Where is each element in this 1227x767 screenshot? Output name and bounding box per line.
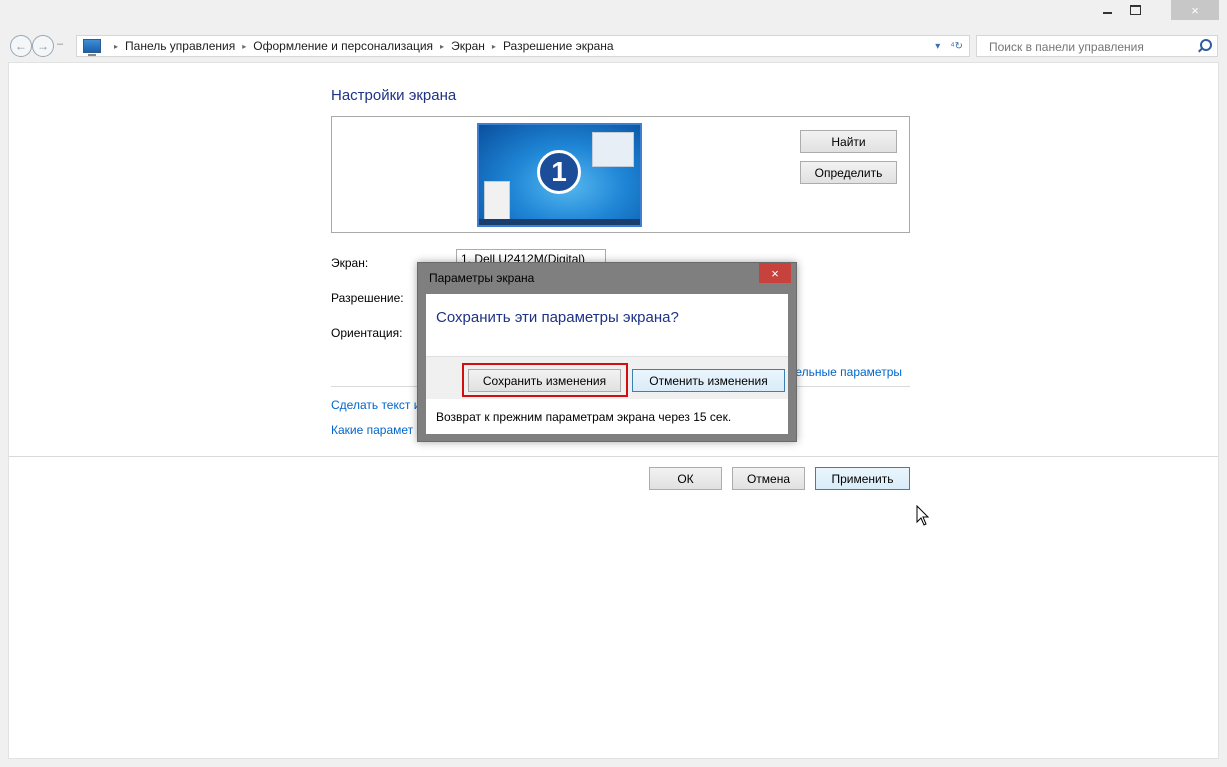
back-arrow-icon: ← (15, 39, 27, 53)
display-settings-dialog: Параметры экрана × Сохранить эти парамет… (417, 262, 797, 442)
breadcrumb-control-panel[interactable]: Панель управления (125, 39, 235, 53)
dialog-close-button[interactable]: × (759, 263, 791, 283)
monitor-number-badge: 1 (537, 150, 581, 194)
advanced-settings-link[interactable]: тельные параметры (790, 365, 902, 379)
which-settings-link[interactable]: Какие парамет (331, 423, 417, 437)
dialog-title: Параметры экрана (429, 271, 535, 285)
dialog-question: Сохранить эти параметры экрана? (436, 309, 679, 326)
detect-button[interactable]: Определить (800, 161, 897, 184)
address-bar[interactable]: ▸ Панель управления ▸ Оформление и персо… (76, 35, 970, 57)
dialog-button-bar: Сохранить изменения Отменить изменения (426, 356, 788, 399)
chevron-right-icon[interactable]: ▸ (440, 42, 444, 51)
find-button[interactable]: Найти (800, 130, 897, 153)
text-size-link[interactable]: Сделать текст и (331, 398, 417, 412)
control-panel-icon (83, 39, 101, 56)
revert-countdown-text: Возврат к прежним параметрам экрана чере… (436, 410, 732, 424)
search-icon[interactable] (1200, 39, 1212, 51)
resolution-label: Разрешение: (331, 291, 404, 305)
divider (9, 456, 1218, 457)
search-box[interactable] (976, 35, 1218, 57)
chevron-right-icon[interactable]: ▸ (114, 42, 118, 51)
forward-button[interactable]: → (32, 35, 54, 57)
maximize-icon (1129, 5, 1141, 15)
orientation-label: Ориентация: (331, 326, 403, 340)
recent-pages-dash[interactable]: – (57, 38, 63, 50)
breadcrumb: ▸ Панель управления ▸ Оформление и персо… (107, 39, 614, 53)
refresh-icon[interactable]: ⁴↻ (950, 41, 963, 52)
save-changes-button[interactable]: Сохранить изменения (468, 369, 621, 392)
dialog-body: Сохранить эти параметры экрана? Сохранит… (426, 294, 788, 434)
cancel-button[interactable]: Отмена (732, 467, 805, 490)
breadcrumb-screen-resolution[interactable]: Разрешение экрана (503, 39, 614, 53)
monitor-window-graphic (592, 132, 634, 167)
close-button[interactable]: × (1171, 0, 1219, 20)
minimize-icon (1102, 12, 1112, 14)
breadcrumb-appearance[interactable]: Оформление и персонализация (253, 39, 433, 53)
monitor-thumbnail[interactable]: 1 (477, 123, 642, 227)
title-bar (0, 0, 1227, 32)
maximize-button[interactable] (1121, 0, 1149, 20)
chevron-right-icon[interactable]: ▸ (492, 42, 496, 51)
search-input[interactable] (987, 37, 1191, 57)
monitor-window-graphic (484, 181, 510, 221)
page-title: Настройки экрана (331, 87, 457, 104)
breadcrumb-display[interactable]: Экран (451, 39, 485, 53)
forward-arrow-icon: → (37, 39, 49, 53)
back-button[interactable]: ← (10, 35, 32, 57)
apply-button[interactable]: Применить (815, 467, 910, 490)
chevron-right-icon[interactable]: ▸ (242, 42, 246, 51)
close-icon: × (1191, 2, 1199, 18)
revert-changes-button[interactable]: Отменить изменения (632, 369, 785, 392)
minimize-button[interactable] (1093, 0, 1121, 20)
monitor-taskbar-graphic (479, 219, 640, 225)
display-label: Экран: (331, 256, 369, 270)
ok-button[interactable]: ОК (649, 467, 722, 490)
mouse-cursor-icon (916, 505, 930, 526)
address-dropdown-icon[interactable]: ▾ (935, 41, 940, 52)
close-icon: × (771, 265, 779, 281)
